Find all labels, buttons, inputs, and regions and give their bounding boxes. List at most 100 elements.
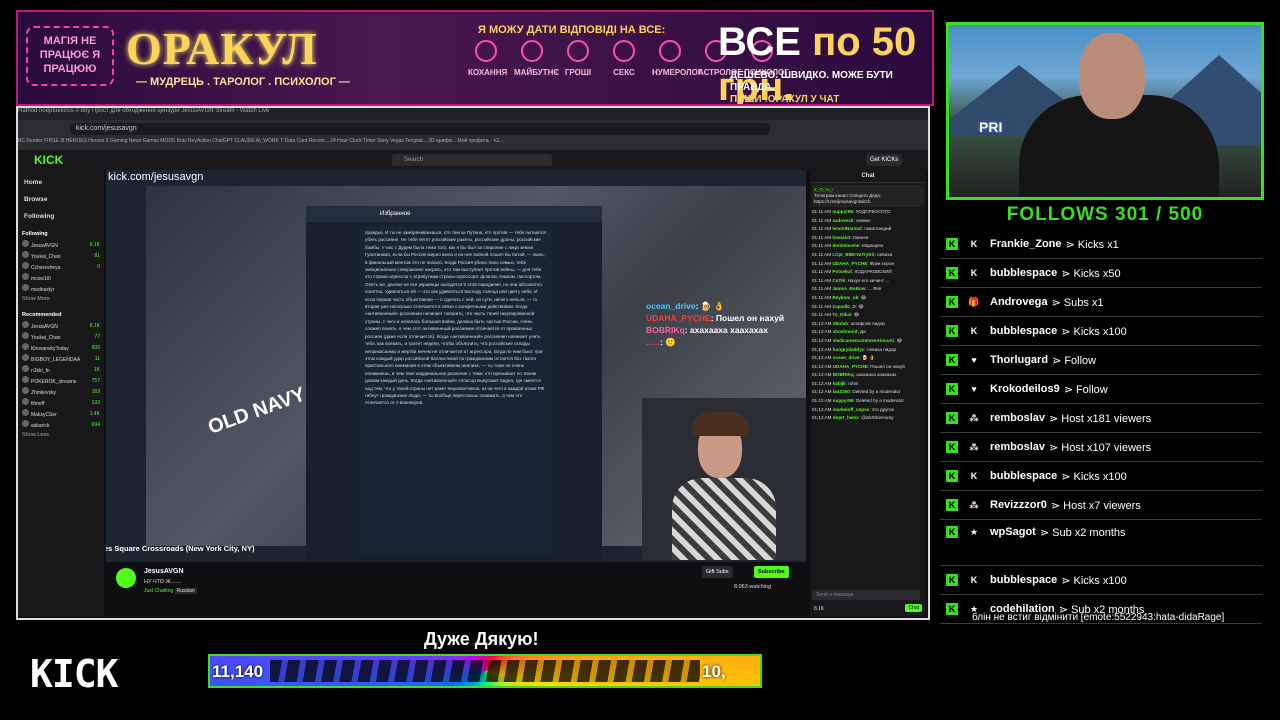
bullet-icon: K bbox=[946, 383, 958, 395]
sidebar-channel[interactable]: n1kki_fn 1K bbox=[18, 364, 104, 375]
url-field[interactable]: kick.com/jesusavgn bbox=[70, 123, 770, 135]
channel-name: Ccheresheya bbox=[31, 265, 61, 271]
chat-user[interactable]: nuppyr95 bbox=[832, 209, 853, 214]
event-action: ⋗ Kicks x100 bbox=[1061, 574, 1127, 587]
event-row: K Kbubblespace ⋗ Kicks x100 bbox=[940, 462, 1262, 491]
sidebar-channel[interactable]: mcsw1t0 bbox=[18, 272, 104, 283]
kick-icon: K bbox=[970, 575, 978, 585]
goal-bar-pattern bbox=[270, 660, 700, 682]
avatar bbox=[22, 251, 29, 258]
chat-user[interactable]: CoTik bbox=[832, 278, 845, 283]
chat-user[interactable]: Jamos_BoBow bbox=[832, 286, 865, 291]
sidebar-channel[interactable]: BIGBOY_LEGENDAA 11 bbox=[18, 353, 104, 364]
chat-user[interactable]: UDAHA_PYCHE bbox=[832, 261, 867, 266]
kick-topbar: KICK Search Get KICKs bbox=[18, 150, 928, 170]
sidebar-nav-following[interactable]: Following bbox=[24, 208, 98, 225]
viewer-count: 8.1K bbox=[89, 322, 100, 329]
event-user: bubblespace bbox=[990, 267, 1058, 279]
subscribe-button[interactable]: Subscribe bbox=[754, 566, 789, 578]
event-row: K ⁂ remboslav ⋗ Host x107 viewers bbox=[940, 433, 1262, 462]
chat-text: ХОДОРКОСОГО bbox=[855, 209, 891, 214]
chat-text: Нахуя его кичинт ... bbox=[847, 277, 890, 283]
chat-user[interactable]: UDAHA_PYCHE bbox=[833, 364, 868, 369]
chat-user[interactable]: Reykom_uk bbox=[832, 295, 858, 300]
chat-text: шлефнов пидор bbox=[850, 320, 885, 326]
chat-line: 01:11 AM lenonINormal: гомогландий bbox=[812, 226, 892, 232]
sidebar-channel[interactable]: JesusAVGN 8.1K bbox=[18, 320, 104, 331]
show-less-link[interactable]: Show Less bbox=[18, 430, 104, 440]
video-player[interactable]: OLD NAVY kick.com/jesusavgn Избранное пр… bbox=[106, 170, 806, 562]
chat-user[interactable]: vladicamencotstvenAlnouAi bbox=[833, 338, 895, 343]
channel-name-wrap: mcsw1t0 bbox=[22, 273, 51, 282]
chat-line: 01:11 AM LCpt_B9ErVaTryKit: левиха bbox=[812, 251, 893, 257]
sidebar-channel[interactable]: MaksyCSer 1.4K bbox=[18, 408, 104, 419]
chat-user[interactable]: sadoveck bbox=[832, 218, 853, 223]
streamer-name[interactable]: JesusAVGN bbox=[144, 568, 184, 575]
background-sign: PRI bbox=[979, 119, 1003, 135]
show-more-link[interactable]: Show More bbox=[18, 294, 104, 304]
overlay-text: : 🍺 👌 bbox=[695, 301, 725, 311]
sidebar-channel[interactable]: KhovanskyToday 600 bbox=[18, 342, 104, 353]
chat-user[interactable]: Potsekuf bbox=[832, 269, 851, 274]
chat-time: 01:12 AM bbox=[812, 415, 832, 421]
chat-user[interactable]: ocean_drive bbox=[833, 355, 860, 360]
bookmarks-bar[interactable]: BC Render FIRSE 3I HEROES Heroes 5 Gamin… bbox=[18, 138, 928, 150]
sidebar-nav-home[interactable]: Home bbox=[24, 174, 98, 191]
chat-user[interactable]: hungrydaddyc bbox=[833, 347, 865, 352]
ad-banner: Магія не працює я працюю ОРАКУЛ — МУДРЕЦ… bbox=[16, 10, 934, 106]
chat-time: 01:12 AM bbox=[812, 346, 832, 352]
bullet-icon: K bbox=[946, 296, 958, 308]
chat-input[interactable]: Send a message bbox=[812, 590, 920, 600]
channel-name: askarick bbox=[31, 423, 50, 429]
chat-user[interactable]: dnprt_hwnx bbox=[833, 415, 859, 420]
avatar[interactable] bbox=[116, 568, 136, 588]
avatar bbox=[22, 365, 29, 372]
chat-text: это другое bbox=[871, 406, 895, 412]
search-input[interactable]: Search bbox=[392, 154, 552, 166]
browser-tabs[interactable]: Rathod noeptuelorus ≡ doy Прост для обхо… bbox=[18, 108, 928, 120]
sidebar-channel[interactable]: Youkai_Chan 77 bbox=[18, 331, 104, 342]
sidebar-channel[interactable]: Ccheresheya 0 bbox=[18, 261, 104, 272]
get-kicks-button[interactable]: Get KICKs bbox=[866, 154, 903, 166]
chat-text: Пошел он нахуй bbox=[870, 363, 905, 369]
chat-user[interactable]: LCpt_B9ErVaTryKit bbox=[832, 252, 874, 257]
bullet-icon: K bbox=[946, 470, 958, 482]
chat-user[interactable]: Slmtab bbox=[833, 321, 848, 326]
overlay-text: : 🙂 bbox=[660, 337, 676, 347]
chat-user[interactable]: BOBRIKq bbox=[833, 372, 854, 377]
chat-user[interactable]: shoshnomt bbox=[833, 329, 858, 334]
channel-name: MaksyCSer bbox=[31, 412, 57, 418]
ad-brand: ОРАКУЛ bbox=[126, 23, 318, 74]
sidebar-channel[interactable]: filmoff 133 bbox=[18, 397, 104, 408]
chat-time: 01:11 AM bbox=[812, 312, 832, 318]
chat-line: 01:12 AM hungrydaddyc: левиха пидор bbox=[812, 346, 897, 352]
chat-line: 01:11 AM Jamos_BoBow: ... Яяя bbox=[812, 286, 882, 292]
chat-user[interactable]: To_Dikai bbox=[832, 312, 851, 317]
sidebar-channel[interactable]: modnastyr bbox=[18, 283, 104, 294]
chat-user[interactable]: lonnahit bbox=[832, 235, 850, 240]
chat-user[interactable]: dontmissme bbox=[832, 243, 859, 248]
chat-user[interactable]: Zapadlo_D bbox=[832, 304, 855, 309]
sidebar-channel[interactable]: Youkai_Chan 81 bbox=[18, 250, 104, 261]
goal-bar: 11,140 10, bbox=[208, 654, 762, 688]
kick-logo[interactable]: KICK bbox=[34, 153, 63, 167]
chat-send-button[interactable]: Chat bbox=[905, 604, 922, 612]
viewer-count: 757 bbox=[91, 377, 100, 384]
language-tag[interactable]: Russian bbox=[174, 588, 197, 594]
chat-user[interactable]: lenonINormal bbox=[832, 226, 861, 231]
channel-name: mcsw1t0 bbox=[31, 276, 51, 282]
sidebar-nav-browse[interactable]: Browse bbox=[24, 191, 98, 208]
sidebar-channel[interactable]: JesusAVGN 8.1K bbox=[18, 239, 104, 250]
stream-category[interactable]: Just Chatting Russian bbox=[144, 588, 197, 594]
chat-line: 01:12 AM markeloff_copss: это другое bbox=[812, 406, 895, 412]
chat-user[interactable]: lanZ260 bbox=[833, 389, 850, 394]
bullet-icon: K bbox=[946, 238, 958, 250]
chat-user[interactable]: k4bljk bbox=[833, 381, 846, 386]
gift-subs-button[interactable]: Gift Subs bbox=[702, 566, 733, 578]
category-icon bbox=[659, 40, 681, 62]
sidebar-channel[interactable]: Zhmilevsky 169 bbox=[18, 386, 104, 397]
sidebar-channel[interactable]: POKEROK_streams 757 bbox=[18, 375, 104, 386]
chat-user[interactable]: nuppyr95 bbox=[833, 398, 854, 403]
sidebar-channel[interactable]: askarick 694 bbox=[18, 419, 104, 430]
chat-user[interactable]: markeloff_copss bbox=[833, 407, 870, 412]
